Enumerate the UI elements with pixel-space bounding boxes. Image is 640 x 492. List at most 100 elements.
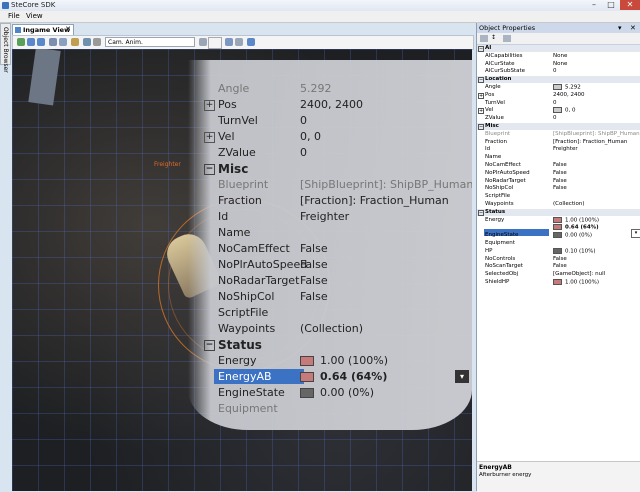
collapse-icon[interactable]: − [204,164,215,175]
value-swatch-icon [553,84,562,90]
property-name: AICurSubState [485,68,525,75]
property-name: EngineState [218,386,285,399]
property-name: ShieldHP [485,279,510,285]
property-name: Waypoints [218,322,276,335]
property-row-noradartarget[interactable]: NoRadarTarget False [477,178,640,185]
expand-icon[interactable]: + [478,108,484,115]
property-row-aicursubstate[interactable]: AICurSubState 0 [477,68,640,75]
value-swatch-icon [300,372,314,382]
camera-mode-select[interactable]: Cam. Anim. [105,37,195,47]
view-icon [15,27,21,33]
category-label: Misc [485,123,499,129]
collapse-icon[interactable]: − [478,124,484,130]
property-row-nocameffect[interactable]: NoCamEffect False [477,162,640,169]
zoom-dropdown[interactable] [208,37,222,49]
paint-icon[interactable] [71,38,79,46]
move-icon[interactable] [37,38,45,46]
maximize-icon[interactable]: □ [603,0,619,10]
property-value: False [300,241,328,257]
property-row-noshipcol[interactable]: NoShipCol False [477,185,640,192]
property-pages-icon[interactable] [503,35,511,42]
object-properties-panel: Object Properties ▾ ✕ ↕ ▾ EnergyAB After… [476,23,640,492]
property-row-aicapabilities[interactable]: AICapabilities None [477,53,640,60]
property-row-scriptfile[interactable]: ScriptFile [477,193,640,200]
property-name: Fraction [485,138,507,145]
categorized-icon[interactable] [480,35,488,42]
collapse-icon[interactable]: − [478,209,484,216]
property-row-turnvel[interactable]: TurnVel 0 [477,100,640,107]
expand-icon[interactable]: + [478,92,484,99]
expand-icon[interactable]: + [204,132,215,143]
category-status[interactable]: − Status [477,208,640,216]
property-row-enginestate[interactable]: EngineState 0.00 (0%) [477,232,640,239]
pin-icon[interactable]: ▾ [618,23,622,33]
property-row-zvalue[interactable]: ZValue 0 [477,115,640,122]
tab-ingame-view[interactable]: Ingame View ✕ [12,24,74,35]
property-name: TurnVel [485,99,505,106]
property-row-nocontrols[interactable]: NoControls False [477,256,640,263]
panel-header: Object Properties ▾ ✕ [477,23,640,33]
category-misc[interactable]: − Misc [477,123,640,130]
property-value: False [553,178,567,185]
settings-icon[interactable] [93,38,101,46]
property-row-energyab[interactable]: EnergyAB 0.64 (64%) [477,224,640,231]
menu-file[interactable]: File [8,12,20,20]
property-row-hp[interactable]: HP 0.10 (10%) [477,247,640,255]
property-row-blueprint[interactable]: Blueprint [ShipBlueprint]: ShipBP_HumanFr… [477,131,640,138]
property-row-id[interactable]: Id Freighter [477,146,640,153]
collapse-icon[interactable]: − [478,46,484,52]
camera-icon[interactable] [59,38,67,46]
refresh-icon[interactable] [17,38,25,46]
property-row-energy[interactable]: Energy 1.00 (100%) [477,216,640,224]
alphabetical-icon[interactable]: ↕ [491,34,496,41]
property-value-text: False [553,263,567,270]
property-value-text: 1.00 (100%) [565,279,600,286]
property-row-angle[interactable]: Angle 5.292 [477,84,640,91]
close-panel-icon[interactable]: ✕ [630,23,636,33]
options-icon[interactable] [235,38,243,46]
select-icon[interactable] [27,38,35,46]
property-name: Blueprint [485,130,511,137]
property-name: Energy [218,354,257,367]
close-tab-icon[interactable]: ✕ [65,25,71,33]
category-location[interactable]: − Location [477,76,640,84]
fullscreen-icon[interactable] [247,38,255,46]
property-row-pos[interactable]: + Pos 2400, 2400 [477,92,640,99]
expand-icon[interactable]: + [204,100,215,111]
minimize-icon[interactable]: – [586,0,602,10]
close-window-icon[interactable]: ✕ [620,0,640,10]
property-name: NoControls [485,255,516,262]
property-value: 0.64 (64%) [553,224,599,232]
property-value-text: 0 [553,68,557,75]
property-value-text: False [553,162,567,168]
category-ai[interactable]: − AI [477,45,640,52]
property-row-waypoints[interactable]: Waypoints (Collection) [477,201,640,208]
property-value: False [300,273,328,289]
property-row-fraction[interactable]: Fraction [Fraction]: Fraction_Human [477,139,640,146]
object-browser-tab[interactable]: Object Browser [0,23,11,73]
property-row-selectedobj[interactable]: SelectedObj [GameObject]: null [477,271,640,278]
grid-icon[interactable] [49,38,57,46]
property-row-vel[interactable]: + Vel 0, 0 [477,107,640,115]
menu-view[interactable]: View [26,12,43,20]
property-value: False [300,257,328,273]
property-value-text: 1.00 (100%) [320,354,389,367]
property-row-noplrautospeed[interactable]: NoPlrAutoSpeed False [477,170,640,177]
property-row-aicurstate[interactable]: AICurState None [477,61,640,68]
property-value: (Collection) [300,321,363,337]
screenshot-icon[interactable] [225,38,233,46]
panel-title: Object Properties [479,24,536,32]
collapse-icon[interactable]: − [478,77,484,84]
collapse-icon[interactable]: − [204,340,215,351]
property-row-name[interactable]: Name [477,154,640,161]
zoom-icon[interactable] [199,38,207,46]
property-row-equipment[interactable]: Equipment [477,240,640,247]
property-row-shieldhp[interactable]: ShieldHP 1.00 (100%) [477,279,640,286]
property-value: 5.292 [553,84,581,92]
layers-icon[interactable] [83,38,91,46]
value-swatch-icon [553,279,562,285]
property-row-noscantarget[interactable]: NoScanTarget False [477,263,640,270]
property-name: NoShipCol [485,185,514,192]
object-browser-label: Object Browser [2,27,9,73]
value-swatch-icon [553,216,562,223]
